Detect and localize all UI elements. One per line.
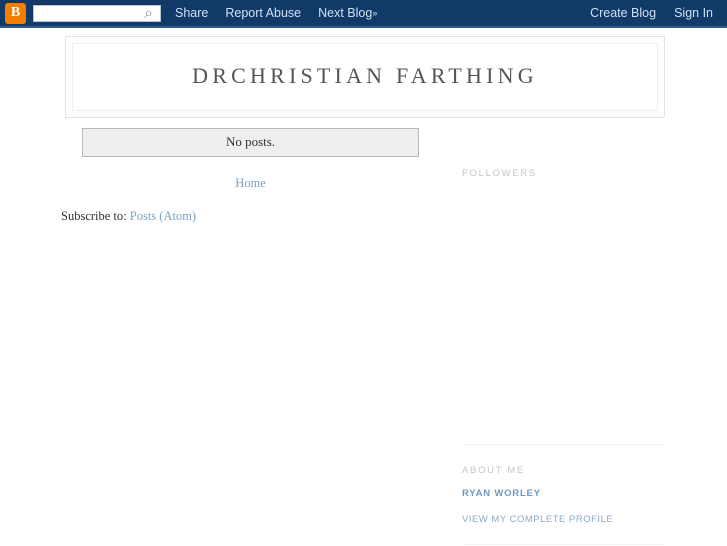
main-content: No posts. Home Subscribe to: Posts (Atom…: [58, 128, 448, 224]
next-blog-chevron-icon: »: [372, 8, 377, 18]
subscribe-label: Subscribe to:: [61, 208, 130, 223]
home-link[interactable]: Home: [235, 176, 266, 190]
nav-link-share[interactable]: Share: [175, 6, 208, 20]
blogger-b-icon[interactable]: B: [5, 2, 26, 24]
profile-name-link[interactable]: RYAN WORLEY: [462, 488, 541, 499]
posts-atom-link[interactable]: Posts (Atom): [130, 209, 196, 223]
blog-header: DRCHRISTIAN FARTHING: [65, 36, 665, 118]
sidebar-separator-top: [462, 444, 665, 446]
nav-link-report-abuse[interactable]: Report Abuse: [225, 6, 301, 20]
blogger-logo-letter: B: [10, 5, 21, 20]
about-me-widget: ABOUT ME RYAN WORLEY VIEW MY COMPLETE PR…: [462, 444, 665, 546]
about-me-title: ABOUT ME: [462, 465, 526, 476]
view-complete-profile-link[interactable]: VIEW MY COMPLETE PROFILE: [462, 514, 665, 525]
navbar-links-right: Create Blog Sign In: [590, 6, 713, 20]
blog-header-inner: DRCHRISTIAN FARTHING: [72, 43, 658, 111]
nav-link-create-blog[interactable]: Create Blog: [590, 6, 656, 20]
search-box[interactable]: ⌕: [33, 4, 161, 22]
nav-link-next-blog[interactable]: Next Blog»: [318, 6, 377, 20]
search-icon[interactable]: ⌕: [144, 5, 156, 21]
followers-title: FOLLOWERS: [462, 168, 537, 179]
blog-pager: Home: [82, 174, 419, 192]
page-title[interactable]: DRCHRISTIAN FARTHING: [192, 63, 538, 91]
outer-wrapper: DRCHRISTIAN FARTHING No posts. Home Subs…: [0, 28, 727, 545]
navbar-links-left: Share Report Abuse Next Blog»: [175, 6, 377, 20]
search-input[interactable]: [37, 6, 145, 20]
nav-link-next-blog-label: Next Blog: [318, 6, 373, 20]
nav-link-sign-in[interactable]: Sign In: [674, 6, 713, 20]
status-message: No posts.: [82, 128, 419, 157]
blogger-navbar: B ⌕ Share Report Abuse Next Blog» Create…: [0, 0, 727, 28]
feed-links: Subscribe to: Posts (Atom): [61, 209, 448, 224]
followers-widget: FOLLOWERS: [462, 168, 665, 179]
